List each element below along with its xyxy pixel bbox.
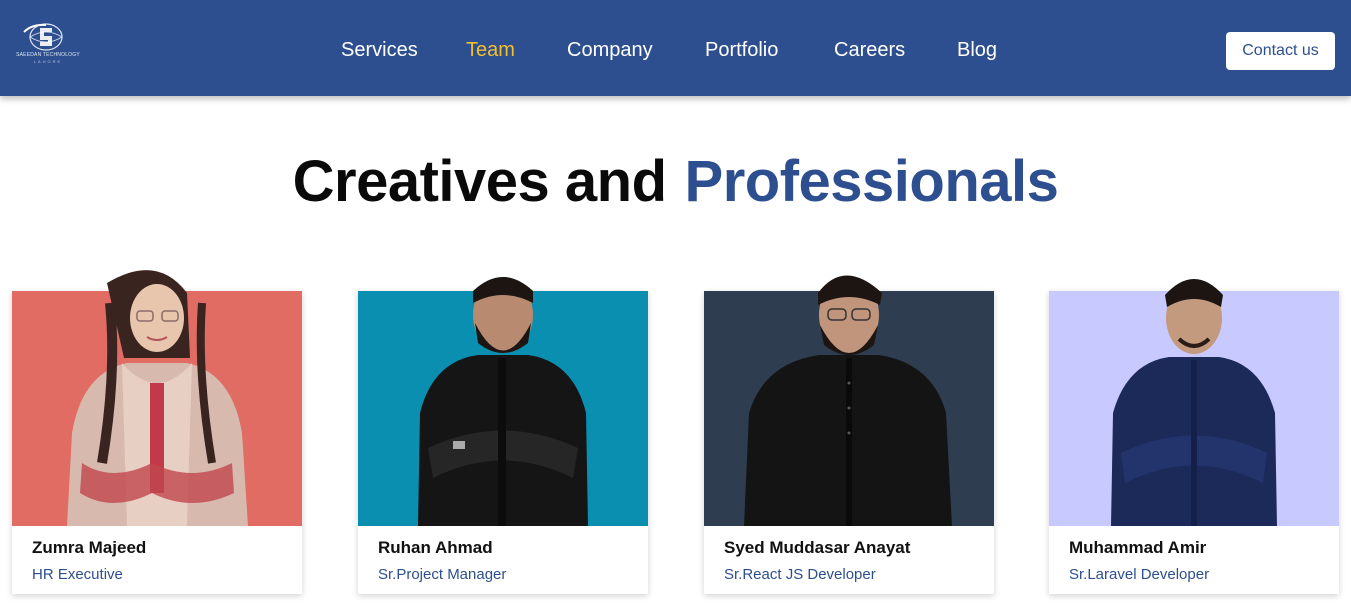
team-card[interactable]: Ruhan Ahmad Sr.Project Manager [358, 277, 648, 594]
team-card-info: Muhammad Amir Sr.Laravel Developer [1049, 526, 1339, 594]
nav-item-team[interactable]: Team [466, 39, 515, 62]
top-navbar: SAEEDAN TECHNOLOGY LAHORE Services Team … [0, 0, 1351, 96]
nav-item-portfolio[interactable]: Portfolio [705, 39, 778, 62]
team-card-info: Syed Muddasar Anayat Sr.React JS Develop… [704, 526, 994, 594]
nav-item-company[interactable]: Company [567, 39, 653, 62]
nav-item-blog[interactable]: Blog [957, 39, 997, 62]
team-member-role: Sr.Laravel Developer [1069, 566, 1210, 583]
team-member-photo [358, 263, 648, 526]
team-member-photo [704, 263, 994, 526]
globe-logo-icon [23, 23, 63, 51]
team-member-role: Sr.Project Manager [378, 566, 507, 583]
team-card-info: Zumra Majeed HR Executive [12, 526, 302, 594]
title-dark-part: Creatives and [292, 149, 667, 214]
team-member-name: Syed Muddasar Anayat [724, 538, 911, 557]
team-member-role: Sr.React JS Developer [724, 566, 876, 583]
nav-item-careers[interactable]: Careers [834, 39, 905, 62]
team-card[interactable]: Zumra Majeed HR Executive [12, 270, 302, 594]
page-title: Creatives and Professionals [0, 148, 1351, 215]
team-card[interactable]: Syed Muddasar Anayat Sr.React JS Develop… [704, 275, 994, 594]
contact-us-button[interactable]: Contact us [1226, 32, 1335, 70]
team-member-name: Muhammad Amir [1069, 538, 1207, 557]
company-logo[interactable]: SAEEDAN TECHNOLOGY LAHORE [16, 22, 80, 74]
nav-item-services[interactable]: Services [341, 39, 418, 62]
team-card-info: Ruhan Ahmad Sr.Project Manager [358, 526, 648, 594]
team-card[interactable]: Muhammad Amir Sr.Laravel Developer [1049, 279, 1339, 594]
team-member-name: Zumra Majeed [32, 538, 147, 557]
logo-subtext: LAHORE [33, 59, 63, 64]
logo-text: SAEEDAN TECHNOLOGY [16, 52, 80, 58]
team-member-photo [1049, 263, 1339, 526]
team-member-name: Ruhan Ahmad [378, 538, 493, 557]
team-member-photo [12, 263, 302, 526]
title-blue-part: Professionals [684, 149, 1059, 214]
team-member-role: HR Executive [32, 566, 123, 583]
